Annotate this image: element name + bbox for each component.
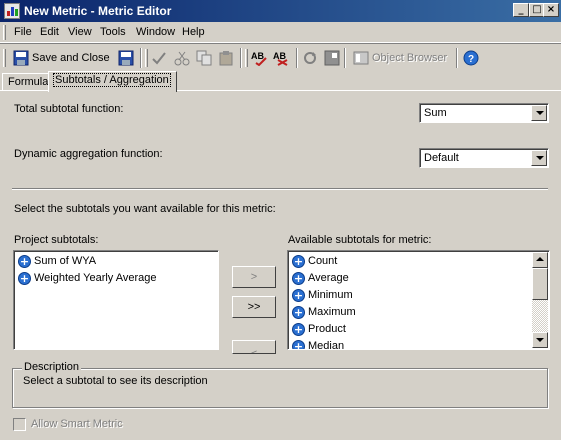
svg-text:AB: AB: [273, 51, 286, 61]
object-browser-button[interactable]: Object Browser: [350, 47, 452, 69]
menu-view[interactable]: View: [68, 26, 92, 38]
vertical-scrollbar[interactable]: [532, 252, 548, 348]
window-title: New Metric - Metric Editor: [24, 4, 172, 18]
save-and-close-label: Save and Close: [32, 52, 110, 64]
add-icon: +: [292, 340, 305, 349]
dynamic-aggregation-combo[interactable]: Default: [419, 148, 549, 168]
save-close-icon: [13, 50, 29, 66]
menu-bar: File Edit View Tools Window Help: [0, 22, 561, 43]
move-all-button[interactable]: >>: [232, 296, 276, 318]
help-icon[interactable]: ?: [463, 50, 479, 66]
divider: [12, 188, 548, 190]
metric-editor-icon: [4, 3, 20, 19]
toolbar-separator: [296, 48, 298, 68]
available-subtotals-list[interactable]: + Count + Average + Minimum + Maximum + …: [287, 250, 550, 350]
tab-strip: Formula Subtotals / Aggregation: [0, 71, 561, 92]
select-instruction: Select the subtotals you want available …: [14, 203, 276, 215]
description-group: [12, 368, 548, 408]
paste-icon[interactable]: [218, 50, 234, 66]
object-browser-icon: [353, 51, 369, 65]
allow-smart-metric-label: Allow Smart Metric: [31, 418, 123, 430]
spell-check-icon[interactable]: AB: [251, 50, 267, 66]
total-subtotal-combo[interactable]: Sum: [419, 103, 549, 123]
toolbar-grip: [245, 49, 248, 67]
menu-tools[interactable]: Tools: [100, 26, 126, 38]
svg-text:?: ?: [468, 54, 474, 65]
chevron-down-icon[interactable]: [531, 105, 547, 121]
toolbar-separator: [456, 48, 458, 68]
dynamic-aggregation-value: Default: [424, 152, 459, 164]
tab-formula[interactable]: Formula: [2, 73, 49, 91]
add-icon: +: [292, 289, 305, 302]
move-one-button[interactable]: >: [232, 266, 276, 288]
dynamic-aggregation-label: Dynamic aggregation function:: [14, 148, 163, 160]
title-bar[interactable]: New Metric - Metric Editor _ □ ×: [0, 0, 561, 22]
toolbar-separator: [140, 48, 142, 68]
add-icon: +: [292, 306, 305, 319]
tab-formula-label: Formula: [8, 76, 49, 88]
menu-grip: [3, 25, 6, 40]
add-icon: +: [18, 272, 31, 285]
tab-subtotals-aggregation[interactable]: Subtotals / Aggregation: [48, 71, 177, 92]
toolbar-grip: [3, 49, 6, 67]
add-icon: +: [292, 272, 305, 285]
description-title: Description: [22, 361, 82, 373]
description-text: Select a subtotal to see its description: [23, 375, 208, 387]
total-subtotal-label: Total subtotal function:: [14, 103, 124, 115]
close-button[interactable]: ×: [543, 3, 559, 17]
cut-icon[interactable]: [174, 50, 190, 66]
scroll-down-button[interactable]: [532, 332, 548, 348]
menu-help[interactable]: Help: [182, 26, 205, 38]
object-browser-label: Object Browser: [372, 52, 448, 64]
menu-file[interactable]: File: [14, 26, 32, 38]
project-subtotals-label: Project subtotals:: [14, 234, 99, 246]
tab-subtotals-label: Subtotals / Aggregation: [53, 73, 171, 87]
allow-smart-metric-checkbox[interactable]: [13, 418, 26, 431]
add-icon: +: [292, 323, 305, 336]
scroll-up-button[interactable]: [532, 252, 548, 268]
object-browser-toggle-icon[interactable]: [324, 50, 340, 66]
add-icon: +: [18, 255, 31, 268]
menu-edit[interactable]: Edit: [40, 26, 59, 38]
available-subtotals-label: Available subtotals for metric:: [288, 234, 432, 246]
remove-one-button[interactable]: <: [232, 340, 276, 354]
add-icon: +: [292, 255, 305, 268]
project-subtotals-list[interactable]: + Sum of WYA + Weighted Yearly Average: [13, 250, 219, 350]
validate-icon[interactable]: [151, 50, 167, 66]
toolbar-separator: [344, 48, 346, 68]
svg-text:AB: AB: [251, 51, 264, 61]
toolbar-grip: [145, 49, 148, 67]
minimize-button[interactable]: _: [513, 3, 529, 17]
chevron-down-icon[interactable]: [531, 150, 547, 166]
menu-window[interactable]: Window: [136, 26, 175, 38]
refresh-icon[interactable]: [302, 50, 318, 66]
toolbar: Save and Close AB AB Object Browser ?: [0, 43, 561, 71]
copy-icon[interactable]: [196, 50, 212, 66]
toolbar-separator: [240, 48, 242, 68]
find-icon[interactable]: AB: [273, 50, 289, 66]
total-subtotal-value: Sum: [424, 107, 447, 119]
save-icon[interactable]: [118, 50, 134, 66]
save-and-close-button[interactable]: Save and Close: [10, 47, 113, 69]
scroll-thumb[interactable]: [532, 268, 548, 300]
